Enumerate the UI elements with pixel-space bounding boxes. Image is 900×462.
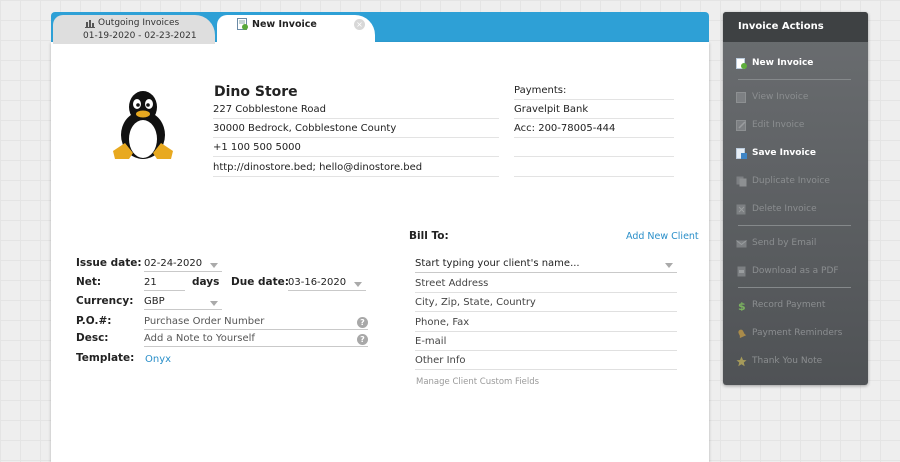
desc-placeholder: Add a Note to Yourself	[144, 333, 255, 344]
bell-icon	[738, 329, 747, 339]
view-invoice-action[interactable]: View Invoice	[736, 90, 864, 106]
email-field[interactable]: E-mail	[415, 336, 677, 351]
chevron-down-icon	[210, 301, 218, 306]
close-tab-button[interactable]: ×	[354, 19, 365, 30]
client-placeholder: Start typing your client's name...	[415, 258, 580, 269]
edit-invoice-icon	[736, 120, 746, 131]
due-date-label: Due date:	[231, 276, 289, 288]
due-date-field[interactable]: 03-16-2020	[288, 277, 366, 291]
star-icon	[736, 356, 747, 367]
payments-bank: Gravelpit Bank	[514, 104, 674, 119]
duplicate-icon	[736, 176, 747, 187]
add-new-client-link[interactable]: Add New Client	[626, 231, 699, 242]
pdf-icon	[737, 266, 746, 277]
save-invoice-action[interactable]: Save Invoice	[736, 146, 864, 162]
manage-custom-fields-link[interactable]: Manage Client Custom Fields	[416, 377, 539, 387]
company-address-line2: 30000 Bedrock, Cobblestone County	[213, 123, 499, 138]
payment-reminders-action[interactable]: Payment Reminders	[736, 326, 864, 342]
dollar-icon: $	[738, 300, 746, 311]
tab-outgoing-invoices[interactable]: Outgoing Invoices 01-19-2020 - 02-23-202…	[53, 15, 215, 44]
download-pdf-action[interactable]: Download as a PDF	[736, 264, 864, 280]
net-days-input[interactable]: 21	[144, 277, 185, 291]
chevron-down-icon	[665, 263, 673, 268]
record-payment-action[interactable]: $ Record Payment	[736, 298, 864, 314]
street-address-field[interactable]: Street Address	[415, 278, 677, 293]
penguin-logo	[113, 91, 173, 159]
desc-input[interactable]: Add a Note to Yourself ?	[144, 333, 368, 347]
payments-line-empty	[514, 162, 674, 177]
issue-date-field[interactable]: 02-24-2020	[144, 258, 222, 272]
new-invoice-icon	[736, 58, 747, 69]
po-placeholder: Purchase Order Number	[144, 316, 265, 327]
due-date-value: 03-16-2020	[288, 277, 347, 288]
bar-chart-icon	[85, 20, 95, 28]
currency-value: GBP	[144, 296, 165, 307]
template-label: Template:	[76, 352, 135, 364]
po-input[interactable]: Purchase Order Number ?	[144, 316, 368, 330]
chevron-down-icon	[210, 263, 218, 268]
days-label: days	[192, 276, 220, 288]
tab-outgoing-range: 01-19-2020 - 02-23-2021	[83, 31, 197, 41]
svg-text:$: $	[738, 300, 746, 311]
tab-new-invoice-title: New Invoice	[252, 19, 317, 30]
currency-label: Currency:	[76, 295, 134, 307]
payments-line-empty	[514, 142, 674, 157]
client-search-input[interactable]: Start typing your client's name...	[415, 258, 677, 273]
company-name: Dino Store	[214, 84, 298, 100]
issue-date-value: 02-24-2020	[144, 258, 203, 269]
payments-account: Acc: 200-78005-444	[514, 123, 674, 138]
edit-invoice-action[interactable]: Edit Invoice	[736, 118, 864, 134]
phone-fax-field[interactable]: Phone, Fax	[415, 317, 677, 332]
payments-label: Payments:	[514, 85, 674, 100]
actions-divider	[738, 79, 851, 80]
help-icon[interactable]: ?	[357, 334, 368, 345]
actions-divider	[738, 225, 851, 226]
company-address-line1: 227 Cobblestone Road	[213, 104, 499, 119]
email-icon	[736, 240, 747, 248]
tab-new-invoice[interactable]: New Invoice ×	[217, 15, 375, 44]
new-invoice-action[interactable]: New Invoice	[736, 56, 864, 72]
template-link[interactable]: Onyx	[145, 354, 171, 365]
city-zip-field[interactable]: City, Zip, State, Country	[415, 297, 677, 312]
duplicate-invoice-action[interactable]: Duplicate Invoice	[736, 174, 864, 190]
bill-to-label: Bill To:	[409, 230, 449, 242]
net-label: Net:	[76, 276, 102, 288]
delete-icon	[736, 204, 746, 215]
send-email-action[interactable]: Send by Email	[736, 236, 864, 252]
view-invoice-icon	[736, 92, 746, 103]
issue-date-label: Issue date:	[76, 257, 142, 269]
delete-invoice-action[interactable]: Delete Invoice	[736, 202, 864, 218]
chevron-down-icon	[354, 282, 362, 287]
desc-label: Desc:	[76, 332, 109, 344]
tab-outgoing-title: Outgoing Invoices	[98, 18, 180, 28]
thank-you-note-action[interactable]: Thank You Note	[736, 354, 864, 370]
actions-divider	[738, 287, 851, 288]
help-icon[interactable]: ?	[357, 317, 368, 328]
other-info-field[interactable]: Other Info	[415, 355, 677, 370]
po-label: P.O.#:	[76, 315, 112, 327]
invoice-actions-title: Invoice Actions	[738, 21, 824, 32]
invoice-actions-header: Invoice Actions	[723, 12, 868, 42]
new-invoice-icon	[237, 18, 248, 30]
company-web-email: http://dinostore.bed; hello@dinostore.be…	[213, 162, 499, 177]
company-phone: +1 100 500 5000	[213, 142, 499, 157]
save-invoice-icon	[736, 148, 747, 159]
currency-select[interactable]: GBP	[144, 296, 222, 310]
